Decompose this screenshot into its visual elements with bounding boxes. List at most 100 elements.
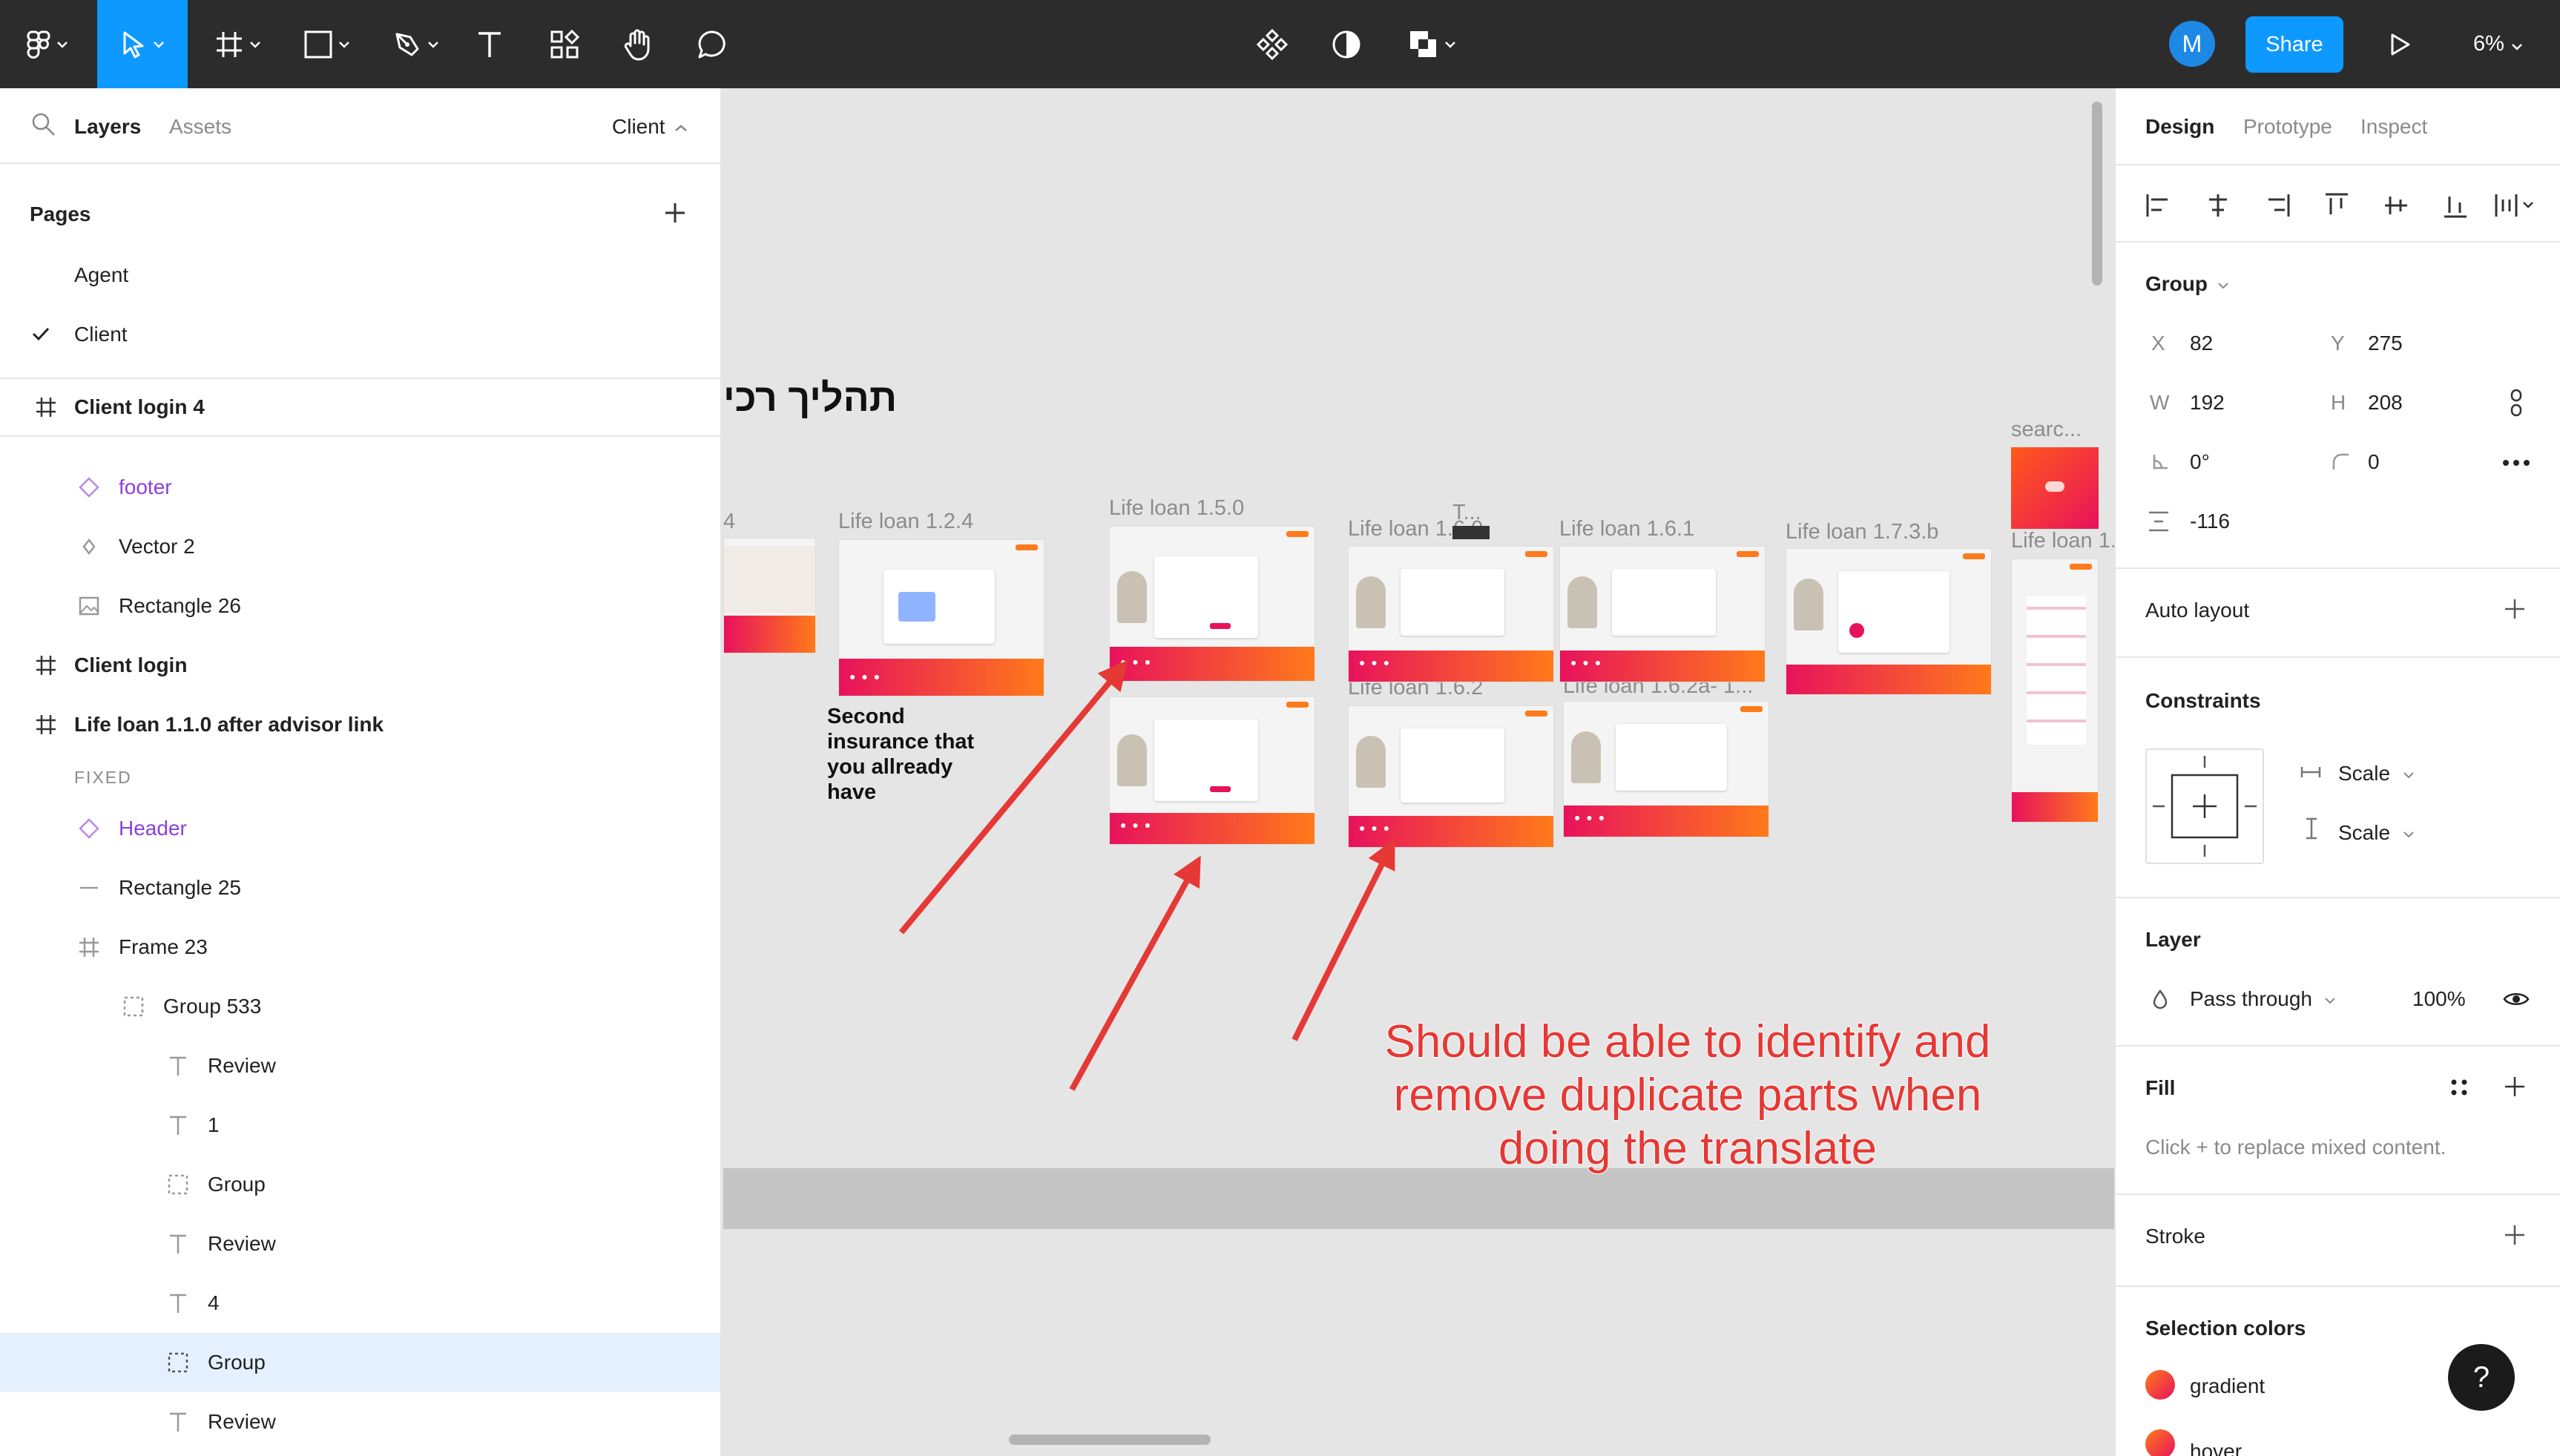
present-button[interactable] bbox=[2381, 0, 2418, 88]
y-input[interactable]: 275 bbox=[2368, 332, 2403, 355]
layer-row-life-loan-1-1-0[interactable]: Life loan 1.1.0 after advisor link bbox=[0, 695, 720, 754]
chevron-down-icon[interactable] bbox=[2403, 829, 2414, 842]
constraints-widget[interactable] bbox=[2145, 748, 2264, 864]
help-button[interactable]: ? bbox=[2448, 1344, 2515, 1411]
avatar[interactable]: M bbox=[2169, 21, 2215, 67]
gradient-swatch[interactable] bbox=[2145, 1370, 2175, 1400]
layer-row-group-533[interactable]: Group 533 bbox=[0, 977, 720, 1036]
layer-row-text-4[interactable]: 4 bbox=[0, 1274, 720, 1333]
constrain-proportions-icon[interactable] bbox=[2509, 388, 2524, 421]
horizontal-scrollbar[interactable] bbox=[1009, 1434, 1211, 1445]
align-right-icon[interactable] bbox=[2264, 192, 2291, 223]
tab-assets[interactable]: Assets bbox=[169, 115, 231, 139]
align-horizontal-center-icon[interactable] bbox=[2205, 192, 2231, 223]
align-top-icon[interactable] bbox=[2323, 192, 2350, 223]
rotation-input[interactable]: 0° bbox=[2190, 450, 2210, 474]
layer-row-rectangle-26[interactable]: Rectangle 26 bbox=[0, 576, 720, 636]
x-input[interactable]: 82 bbox=[2190, 332, 2213, 355]
horizontal-constraint-dropdown[interactable]: Scale bbox=[2338, 762, 2390, 785]
layer-label: Client login 4 bbox=[74, 395, 205, 418]
annotation-text[interactable]: Should be able to identify and remove du… bbox=[1354, 1015, 2021, 1176]
zoom-dropdown[interactable]: 6% bbox=[2473, 0, 2522, 88]
spacing-input[interactable]: -116 bbox=[2190, 510, 2230, 533]
search-icon[interactable] bbox=[31, 112, 56, 141]
layer-row-vector-2[interactable]: Vector 2 bbox=[0, 517, 720, 576]
layer-row-group[interactable]: Group bbox=[0, 1155, 720, 1214]
layer-label: 1 bbox=[208, 1113, 220, 1136]
layer-row-review[interactable]: Review bbox=[0, 1036, 720, 1096]
theme-toggle-button[interactable] bbox=[1328, 0, 1365, 88]
add-stroke-icon[interactable] bbox=[2503, 1223, 2527, 1251]
move-tool-button[interactable] bbox=[97, 0, 188, 88]
selection-color-label[interactable]: gradient bbox=[2190, 1374, 2265, 1398]
layer-label: Group bbox=[208, 1351, 266, 1374]
arrow-to-frame-1-5-0 bbox=[898, 659, 1128, 935]
layer-row-review[interactable]: Review bbox=[0, 1214, 720, 1274]
vector-icon bbox=[74, 532, 104, 561]
layer-row-group-selected[interactable]: Group bbox=[0, 1333, 720, 1392]
corner-radius-icon bbox=[2331, 452, 2350, 475]
styles-grid-icon[interactable] bbox=[2449, 1078, 2469, 1101]
page-item-agent[interactable]: Agent bbox=[0, 246, 720, 305]
tab-design[interactable]: Design bbox=[2145, 115, 2214, 139]
layer-row-client-login[interactable]: Client login bbox=[0, 636, 720, 695]
share-button[interactable]: Share bbox=[2245, 16, 2343, 73]
hand-tool-button[interactable] bbox=[619, 0, 657, 88]
layer-row-footer[interactable]: footer bbox=[0, 458, 720, 517]
hover-swatch[interactable] bbox=[2145, 1429, 2175, 1456]
tab-layers[interactable]: Layers bbox=[74, 115, 141, 139]
shape-tool-button[interactable] bbox=[295, 0, 358, 88]
page-item-client[interactable]: Client bbox=[0, 305, 720, 364]
pen-tool-button[interactable] bbox=[384, 0, 447, 88]
layer-label: Vector 2 bbox=[119, 535, 195, 558]
layer-label: Rectangle 25 bbox=[119, 876, 242, 899]
vertical-constraint-dropdown[interactable]: Scale bbox=[2338, 821, 2390, 845]
alignment-toolbar bbox=[2145, 177, 2546, 237]
opacity-input[interactable]: 100% bbox=[2412, 987, 2466, 1011]
h-input[interactable]: 208 bbox=[2368, 391, 2403, 415]
layer-row-review[interactable]: Review bbox=[0, 1392, 720, 1452]
w-input[interactable]: 192 bbox=[2190, 391, 2225, 415]
corner-radius-input[interactable]: 0 bbox=[2368, 450, 2380, 474]
align-bottom-icon[interactable] bbox=[2442, 192, 2469, 223]
add-page-icon[interactable] bbox=[663, 201, 687, 228]
layer-row-frame-23[interactable]: Frame 23 bbox=[0, 918, 720, 977]
chevron-down-icon[interactable] bbox=[2325, 995, 2335, 1008]
page-dropdown[interactable]: Client bbox=[612, 115, 665, 139]
tab-inspect[interactable]: Inspect bbox=[2360, 115, 2427, 139]
components-button[interactable] bbox=[1254, 0, 1291, 88]
design-canvas[interactable]: תהליך רכי 4 Life loan 1.2.4 Life loan 1.… bbox=[723, 88, 2114, 1456]
chevron-down-icon[interactable] bbox=[2403, 769, 2414, 783]
selection-colors-heading: Selection colors bbox=[2145, 1317, 2306, 1340]
boolean-ops-button[interactable] bbox=[1401, 0, 1463, 88]
tab-prototype[interactable]: Prototype bbox=[2243, 115, 2332, 139]
frame-tool-button[interactable] bbox=[208, 0, 267, 88]
layer-row-text-1[interactable]: 1 bbox=[0, 1096, 720, 1155]
divider bbox=[2116, 1045, 2560, 1047]
more-options-icon[interactable] bbox=[2501, 458, 2531, 471]
align-left-icon[interactable] bbox=[2145, 192, 2172, 223]
blend-mode-dropdown[interactable]: Pass through bbox=[2190, 987, 2312, 1011]
pages-heading: Pages bbox=[30, 202, 91, 225]
frame-icon bbox=[31, 710, 61, 739]
selection-type-dropdown[interactable]: Group bbox=[2145, 272, 2208, 296]
main-menu-button[interactable] bbox=[13, 0, 80, 88]
add-auto-layout-icon[interactable] bbox=[2503, 597, 2527, 625]
resources-button[interactable] bbox=[546, 0, 583, 88]
horizontal-constraint-icon bbox=[2300, 765, 2322, 783]
selection-color-label[interactable]: hover bbox=[2190, 1440, 2242, 1456]
layer-row-client-login-4[interactable]: Client login 4 bbox=[0, 379, 720, 437]
distribute-icon[interactable] bbox=[2494, 192, 2538, 223]
chevron-up-icon[interactable] bbox=[675, 122, 687, 136]
add-fill-icon[interactable] bbox=[2503, 1075, 2527, 1102]
visibility-eye-icon[interactable] bbox=[2503, 990, 2530, 1012]
comment-tool-button[interactable] bbox=[694, 0, 731, 88]
layer-row-header[interactable]: Header bbox=[0, 799, 720, 858]
align-vertical-center-icon[interactable] bbox=[2383, 192, 2409, 223]
hand-icon bbox=[623, 28, 653, 61]
text-tool-button[interactable] bbox=[471, 0, 508, 88]
vertical-scrollbar[interactable] bbox=[2092, 102, 2102, 286]
layer-row-rectangle-25[interactable]: Rectangle 25 bbox=[0, 858, 720, 918]
text-icon bbox=[163, 1051, 193, 1081]
chevron-down-icon[interactable] bbox=[2218, 280, 2228, 293]
